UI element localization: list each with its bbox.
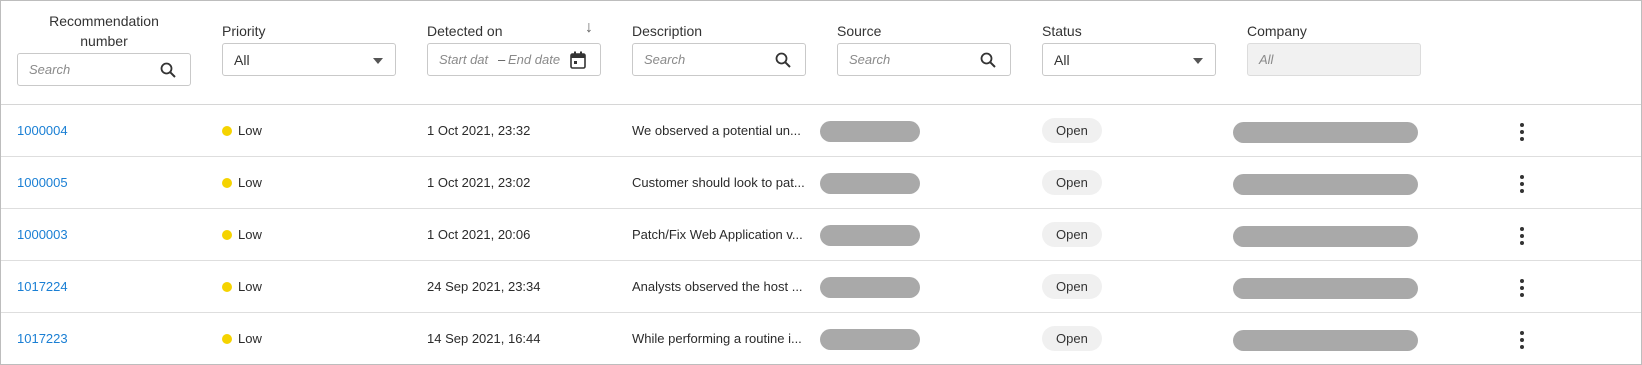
start-date-placeholder[interactable]: Start dat	[439, 52, 488, 67]
company-redacted	[1233, 174, 1418, 195]
priority-select[interactable]: All	[222, 43, 396, 76]
column-title-recommendation-line2: number	[80, 33, 128, 49]
detected-on-value: 1 Oct 2021, 20:06	[427, 227, 531, 242]
table-row[interactable]: 1000003 Low 1 Oct 2021, 20:06 Patch/Fix …	[1, 209, 1641, 261]
search-icon[interactable]	[160, 62, 176, 78]
column-title-description: Description	[632, 23, 703, 39]
priority-label: Low	[238, 279, 262, 294]
search-icon[interactable]	[980, 52, 996, 68]
table-row[interactable]: 1000005 Low 1 Oct 2021, 23:02 Customer s…	[1, 157, 1641, 209]
source-redacted	[820, 225, 920, 246]
table-header: Recommendation number Search Priority Al…	[1, 1, 1641, 105]
priority-low-indicator	[222, 334, 232, 344]
status-badge: Open	[1042, 274, 1102, 299]
source-redacted	[820, 277, 920, 298]
priority-low-indicator	[222, 230, 232, 240]
recommendation-search-placeholder: Search	[29, 62, 71, 77]
column-title-source: Source	[837, 23, 882, 39]
more-actions-icon[interactable]	[1512, 173, 1532, 195]
column-title-detected: Detected on	[427, 23, 503, 39]
chevron-down-icon	[1193, 58, 1203, 64]
detected-on-value: 1 Oct 2021, 23:32	[427, 123, 531, 138]
detected-on-value: 14 Sep 2021, 16:44	[427, 331, 541, 346]
recommendation-number-link[interactable]: 1017223	[17, 331, 68, 347]
source-redacted	[820, 329, 920, 350]
description-value: Customer should look to pat...	[632, 175, 805, 190]
company-select-placeholder: All	[1259, 52, 1274, 67]
priority-label: Low	[238, 123, 262, 138]
description-search-placeholder: Search	[644, 52, 686, 67]
company-select-disabled: All	[1247, 43, 1421, 76]
company-redacted	[1233, 278, 1418, 299]
priority-low-indicator	[222, 178, 232, 188]
date-range-separator: –	[498, 52, 506, 67]
priority-label: Low	[238, 331, 262, 346]
status-badge: Open	[1042, 118, 1102, 143]
recommendation-search-input[interactable]: Search	[17, 53, 191, 86]
table-row[interactable]: 1000004 Low 1 Oct 2021, 23:32 We observe…	[1, 105, 1641, 157]
recommendation-number-link[interactable]: 1017224	[17, 279, 68, 295]
table-row[interactable]: 1017223 Low 14 Sep 2021, 16:44 While per…	[1, 313, 1641, 364]
company-redacted	[1233, 122, 1418, 143]
recommendations-table: Recommendation number Search Priority Al…	[0, 0, 1642, 365]
description-value: We observed a potential un...	[632, 123, 801, 138]
company-redacted	[1233, 330, 1418, 351]
source-search-placeholder: Search	[849, 52, 891, 67]
more-actions-icon[interactable]	[1512, 121, 1532, 143]
recommendation-number-link[interactable]: 1000004	[17, 123, 68, 139]
priority-label: Low	[238, 175, 262, 190]
description-value: Analysts observed the host ...	[632, 279, 803, 294]
more-actions-icon[interactable]	[1512, 329, 1532, 351]
sort-descending-icon[interactable]: ↓	[585, 19, 593, 37]
column-title-status: Status	[1042, 23, 1082, 39]
status-select[interactable]: All	[1042, 43, 1216, 76]
date-range-input[interactable]: Start dat – End date	[427, 43, 601, 76]
description-value: While performing a routine i...	[632, 331, 802, 346]
end-date-placeholder[interactable]: End date	[508, 52, 560, 67]
source-redacted	[820, 121, 920, 142]
column-title-company: Company	[1247, 23, 1307, 39]
column-title-recommendation: Recommendation number	[17, 11, 191, 51]
detected-on-value: 24 Sep 2021, 23:34	[427, 279, 541, 294]
priority-low-indicator	[222, 282, 232, 292]
priority-low-indicator	[222, 126, 232, 136]
more-actions-icon[interactable]	[1512, 277, 1532, 299]
chevron-down-icon	[373, 58, 383, 64]
description-search-input[interactable]: Search	[632, 43, 806, 76]
calendar-icon[interactable]	[570, 51, 586, 69]
column-title-recommendation-line1: Recommendation	[49, 13, 159, 29]
priority-label: Low	[238, 227, 262, 242]
table-row[interactable]: 1017224 Low 24 Sep 2021, 23:34 Analysts …	[1, 261, 1641, 313]
recommendation-number-link[interactable]: 1000003	[17, 227, 68, 243]
status-badge: Open	[1042, 170, 1102, 195]
status-select-value: All	[1054, 52, 1070, 68]
company-redacted	[1233, 226, 1418, 247]
more-actions-icon[interactable]	[1512, 225, 1532, 247]
search-icon[interactable]	[775, 52, 791, 68]
status-badge: Open	[1042, 222, 1102, 247]
column-title-priority: Priority	[222, 23, 266, 39]
source-search-input[interactable]: Search	[837, 43, 1011, 76]
recommendation-number-link[interactable]: 1000005	[17, 175, 68, 191]
description-value: Patch/Fix Web Application v...	[632, 227, 803, 242]
status-badge: Open	[1042, 326, 1102, 351]
detected-on-value: 1 Oct 2021, 23:02	[427, 175, 531, 190]
source-redacted	[820, 173, 920, 194]
priority-select-value: All	[234, 52, 250, 68]
